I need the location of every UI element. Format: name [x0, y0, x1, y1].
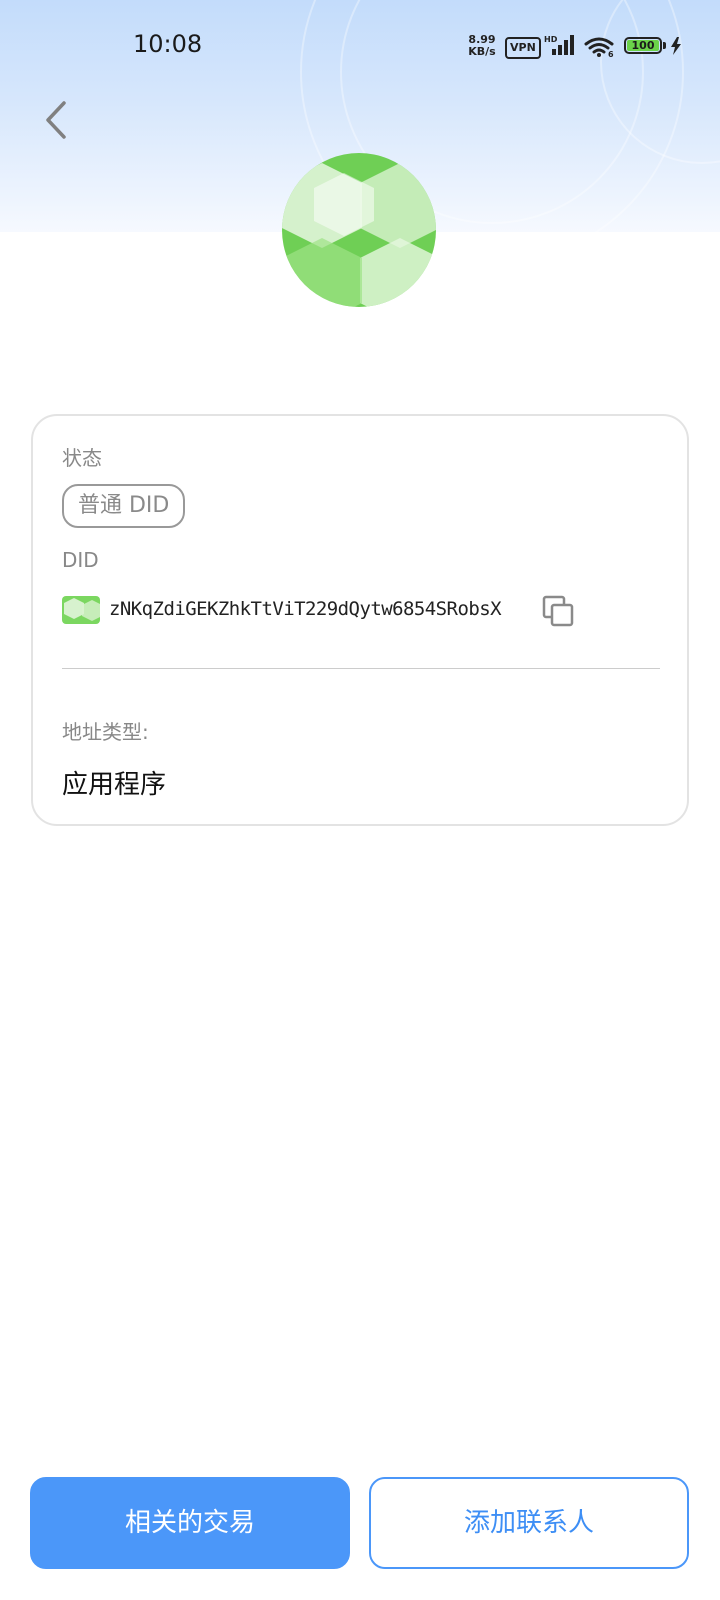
address-type-value: 应用程序	[62, 770, 167, 800]
divider	[62, 668, 660, 669]
battery-tip	[663, 42, 666, 49]
avatar	[282, 153, 436, 307]
address-type-label: 地址类型:	[62, 720, 149, 744]
network-speed: 8.99 KB/s	[465, 34, 499, 58]
signal-hd-label: HD	[544, 35, 558, 44]
add-contact-button[interactable]: 添加联系人	[369, 1477, 689, 1569]
copy-icon	[541, 595, 577, 634]
bolt-icon	[670, 37, 682, 59]
status-bar: 10:08 8.99 KB/s VPN HD 6 100	[0, 0, 720, 96]
back-button[interactable]	[34, 96, 78, 148]
battery-level: 100	[627, 40, 659, 51]
copy-button[interactable]	[541, 594, 577, 630]
status-badge: 普通 DID	[62, 484, 186, 528]
did-info-card: 状态 普通 DID DID zNKqZdiGEKZhkTtViT229dQytw…	[31, 414, 689, 826]
did-label: DID	[62, 548, 99, 572]
svg-text:6: 6	[608, 50, 614, 58]
did-avatar-thumbnail	[62, 596, 100, 624]
wifi-icon: 6	[584, 36, 616, 62]
signal-icon: HD	[544, 34, 578, 60]
related-transactions-button[interactable]: 相关的交易	[30, 1477, 350, 1569]
status-time: 10:08	[133, 30, 203, 58]
network-speed-unit: KB/s	[468, 45, 496, 58]
battery-indicator: 100	[624, 37, 662, 54]
chevron-left-icon	[43, 100, 69, 144]
did-value: zNKqZdiGEKZhkTtViT229dQytw6854SRobsX	[109, 598, 502, 620]
status-label: 状态	[62, 446, 102, 470]
vpn-badge: VPN	[505, 37, 541, 59]
